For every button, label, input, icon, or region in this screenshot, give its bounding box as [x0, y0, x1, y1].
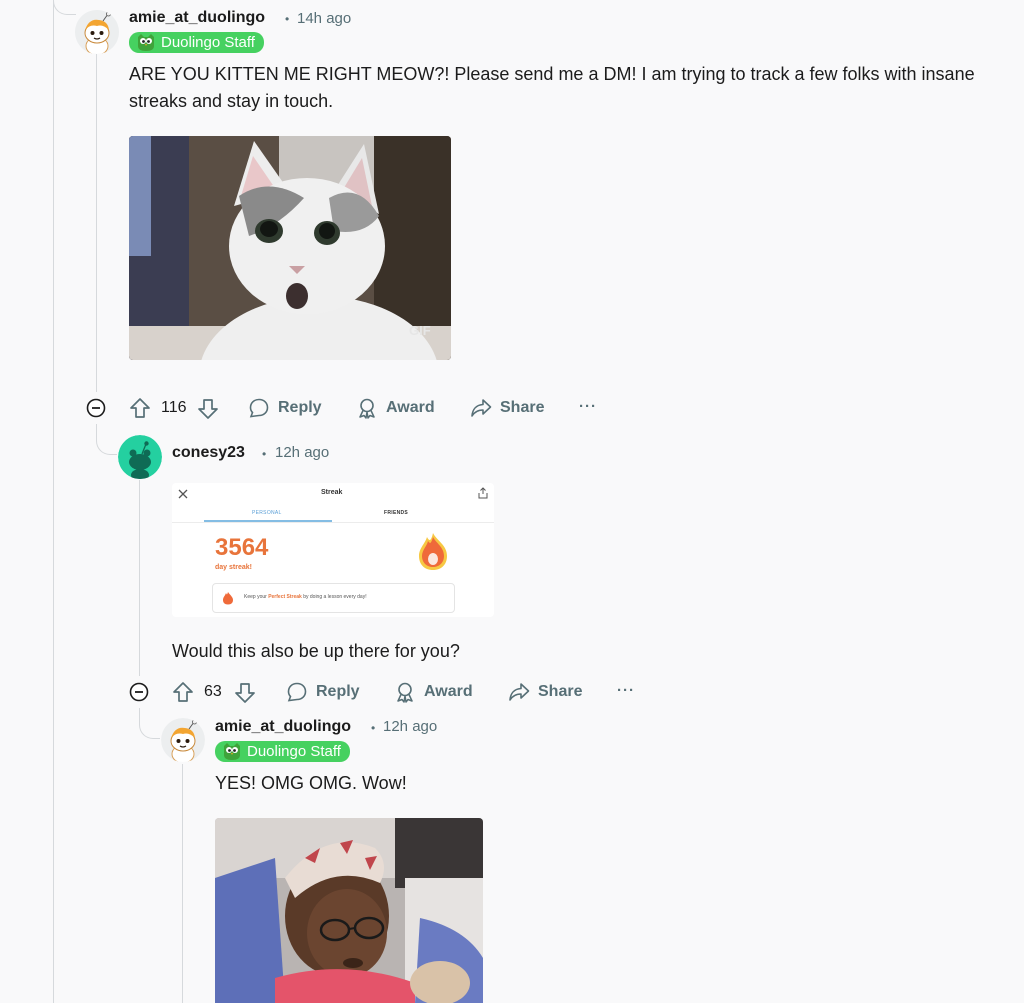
streak-note: Keep your Perfect Streak by doing a less… [244, 594, 367, 600]
cat-gif-image: GIF [129, 136, 451, 360]
comment-body: YES! OMG OMG. Wow! [215, 773, 407, 793]
thread-line-root [53, 0, 54, 1003]
flame-icon [419, 533, 447, 570]
award-button[interactable]: Award [394, 681, 473, 703]
comment-author[interactable]: amie_at_duolingo [129, 9, 265, 27]
collapse-thread-icon[interactable] [129, 682, 149, 702]
thread-line-comment-1 [96, 54, 97, 392]
more-options-button[interactable]: ··· [617, 682, 635, 699]
vote-score: 63 [204, 683, 222, 700]
comment-timestamp[interactable]: 12h ago [383, 718, 437, 735]
award-label: Award [386, 399, 435, 416]
flair-badge: Duolingo Staff [129, 32, 264, 53]
gif-label: GIF [409, 323, 431, 338]
small-flame-icon [223, 592, 233, 605]
comment-separator: • [371, 721, 376, 735]
tab-personal: PERSONAL [252, 510, 282, 516]
award-label: Award [424, 683, 473, 700]
comment-bubble-icon [287, 682, 307, 702]
comment-timestamp[interactable]: 12h ago [275, 444, 329, 461]
share-arrow-icon [509, 683, 530, 701]
upvote-icon[interactable] [172, 681, 194, 703]
reply-label: Reply [278, 399, 322, 416]
snoo-avatar-icon [161, 718, 205, 762]
comment-author[interactable]: conesy23 [172, 444, 245, 462]
thread-line-comment-3 [182, 764, 183, 1003]
award-button[interactable]: Award [356, 397, 435, 419]
downvote-icon[interactable] [197, 398, 219, 420]
comment-body: Would this also be up there for you? [172, 641, 460, 661]
snoo-avatar-icon [118, 435, 162, 479]
comment-body: ARE YOU KITTEN ME RIGHT MEOW?! Please se… [129, 64, 975, 111]
comment-timestamp[interactable]: 14h ago [297, 10, 351, 27]
duolingo-owl-icon [224, 743, 240, 760]
streak-note-box: Keep your Perfect Streak by doing a less… [212, 583, 455, 613]
thread-line-comment-2 [139, 480, 140, 676]
share-button[interactable]: Share [470, 397, 544, 419]
share-button[interactable]: Share [508, 681, 582, 703]
streak-count: 3564 [215, 534, 269, 561]
avatar[interactable] [118, 435, 162, 479]
thread-curve-2 [96, 424, 117, 455]
collapse-thread-icon[interactable] [86, 398, 106, 418]
award-icon [359, 398, 375, 419]
close-icon [178, 489, 188, 499]
share-icon [478, 487, 488, 499]
downvote-icon[interactable] [234, 682, 256, 704]
share-arrow-icon [471, 399, 492, 417]
thread-curve-3 [139, 708, 160, 739]
streak-header-title: Streak [321, 489, 343, 496]
share-label: Share [538, 683, 583, 700]
thread-curve-1 [53, 0, 76, 15]
reply-label: Reply [316, 683, 360, 700]
upvote-icon[interactable] [129, 397, 151, 419]
vote-score: 116 [161, 399, 187, 416]
reply-button[interactable]: Reply [248, 397, 322, 419]
flair-badge: Duolingo Staff [215, 741, 350, 762]
duolingo-owl-icon [138, 34, 154, 51]
snoo-avatar-icon [75, 10, 119, 54]
flair-label: Duolingo Staff [247, 743, 341, 760]
award-icon [397, 682, 413, 703]
share-label: Share [500, 399, 545, 416]
more-options-button[interactable]: ··· [579, 398, 597, 415]
reply-button[interactable]: Reply [286, 681, 360, 703]
tab-friends: FRIENDS [384, 510, 409, 516]
reaction-gif-image [215, 818, 483, 1003]
streak-label: day streak! [215, 564, 252, 571]
avatar[interactable] [75, 10, 119, 54]
cat-gif[interactable]: GIF [129, 136, 451, 360]
comment-separator: • [285, 12, 290, 26]
reaction-gif[interactable] [215, 818, 483, 1003]
avatar[interactable] [161, 718, 205, 762]
comment-author[interactable]: amie_at_duolingo [215, 718, 351, 736]
comment-separator: • [262, 447, 267, 461]
flair-label: Duolingo Staff [161, 34, 255, 51]
tab-divider [172, 522, 494, 523]
comment-bubble-icon [249, 398, 269, 418]
streak-screenshot[interactable]: Streak PERSONAL FRIENDS 3564 day streak!… [172, 483, 494, 617]
